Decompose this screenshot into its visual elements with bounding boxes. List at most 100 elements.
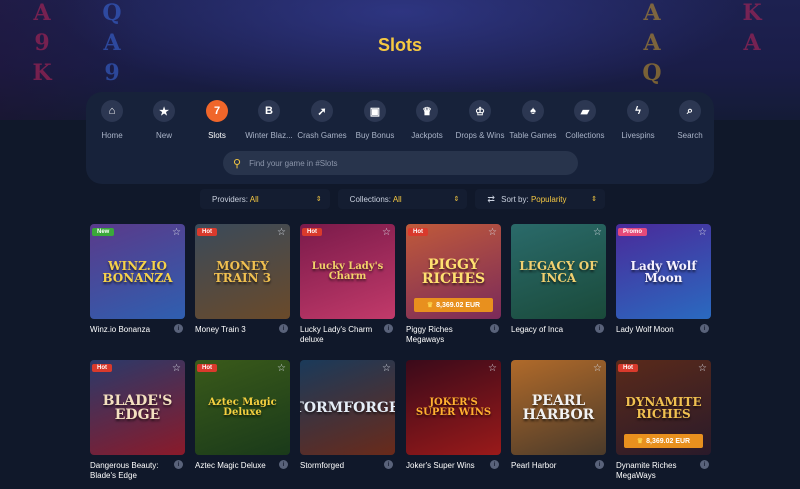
favorite-star-icon[interactable]: ☆	[172, 363, 181, 374]
collections-filter-text: Collections: All	[350, 195, 402, 204]
game-card[interactable]: MONEY TRAIN 3 Hot ☆ Money Train 3i	[195, 224, 290, 335]
game-card[interactable]: Aztec Magic Deluxe Hot ☆ Aztec Magic Deluxe…	[195, 360, 290, 471]
nav-item[interactable]: ⌕ Search	[657, 100, 723, 140]
game-artwork-title: MONEY TRAIN 3	[213, 258, 272, 285]
sort-value: Popularity	[530, 194, 567, 204]
game-artwork-title: BLADE'S EDGE	[102, 392, 173, 423]
game-name[interactable]: Piggy Riches Megaways	[406, 325, 488, 346]
favorite-star-icon[interactable]: ☆	[593, 363, 602, 374]
favorite-star-icon[interactable]: ☆	[382, 227, 391, 238]
info-icon[interactable]: i	[490, 324, 499, 333]
game-badge: Hot	[197, 364, 217, 372]
info-icon[interactable]: i	[384, 324, 393, 333]
rocket-icon: ➚	[311, 100, 333, 122]
game-name[interactable]: Winz.io Bonanza	[90, 325, 172, 335]
info-icon[interactable]: i	[700, 460, 709, 469]
game-name[interactable]: Aztec Magic Deluxe	[195, 461, 277, 471]
game-card[interactable]: BLADE'S EDGE Hot ☆ Dangerous Beauty: Blade'…	[90, 360, 185, 482]
game-thumbnail[interactable]: JOKER'S SUPER WINS ☆	[406, 360, 501, 455]
favorite-star-icon[interactable]: ☆	[277, 227, 286, 238]
game-card[interactable]: JOKER'S SUPER WINS ☆ Joker's Super Wins i	[406, 360, 501, 471]
game-thumbnail[interactable]: Lady Wolf Moon Promo ☆	[616, 224, 711, 319]
game-thumbnail[interactable]: MONEY TRAIN 3 Hot ☆	[195, 224, 290, 319]
providers-filter[interactable]: Providers: All ⇕	[200, 189, 330, 209]
game-card[interactable]: Lady Wolf Moon Promo ☆ Lady Wolf Moon i	[616, 224, 711, 335]
game-card[interactable]: PEARL HARBOR ☆ Pearl Harbor i	[511, 360, 606, 471]
info-icon[interactable]: i	[174, 460, 183, 469]
favorite-star-icon[interactable]: ☆	[698, 363, 707, 374]
game-card[interactable]: WINZ.IO BONANZA New ☆ Winz.io Bonanza i	[90, 224, 185, 335]
game-name[interactable]: Lady Wolf Moon	[616, 325, 698, 335]
chevron-updown-icon: ⇕	[315, 196, 322, 203]
game-thumbnail[interactable]: DYNAMITE RICHES Hot ☆ ♛ 8,369.02 EUR	[616, 360, 711, 455]
info-icon[interactable]: i	[595, 460, 604, 469]
game-thumbnail[interactable]: PEARL HARBOR ☆	[511, 360, 606, 455]
info-icon[interactable]: i	[279, 460, 288, 469]
game-badge: Hot	[618, 364, 638, 372]
search-icon: ⌕	[679, 100, 701, 122]
game-search[interactable]: ⚲	[223, 151, 578, 175]
jackpot-value: 8,369.02 EUR	[436, 301, 481, 309]
collections-value: All	[392, 194, 402, 204]
game-artwork-title: LEGACY OF INCA	[519, 258, 598, 285]
info-icon[interactable]: i	[384, 460, 393, 469]
crown-icon: ♔	[469, 100, 491, 122]
game-thumbnail[interactable]: BLADE'S EDGE Hot ☆	[90, 360, 185, 455]
home-icon: ⌂	[101, 100, 123, 122]
game-name[interactable]: Money Train 3	[195, 325, 277, 335]
game-thumbnail[interactable]: Aztec Magic Deluxe Hot ☆	[195, 360, 290, 455]
reel-symbol: A	[33, 0, 51, 26]
info-icon[interactable]: i	[700, 324, 709, 333]
reel-symbol: Q	[642, 60, 662, 86]
jackpot-amount: ♛ 8,369.02 EUR	[414, 298, 493, 312]
favorite-star-icon[interactable]: ☆	[277, 363, 286, 374]
game-thumbnail[interactable]: STORMFORGED ☆	[300, 360, 395, 455]
game-name[interactable]: Lucky Lady's Charm deluxe	[300, 325, 382, 346]
game-name[interactable]: Stormforged	[300, 461, 382, 471]
collections-filter[interactable]: Collections: All ⇕	[337, 189, 468, 209]
game-name[interactable]: Dangerous Beauty: Blade's Edge	[90, 461, 172, 482]
info-icon[interactable]: i	[490, 460, 499, 469]
sort-filter-text: ⇄ Sort by: Popularity	[487, 194, 566, 205]
game-badge: Hot	[302, 228, 322, 236]
game-card[interactable]: Lucky Lady's Charm Hot ☆ Lucky Lady's Charm…	[300, 224, 395, 346]
sort-icon: ⇄	[487, 193, 495, 204]
game-name[interactable]: Dynamite Riches MegaWays	[616, 461, 698, 482]
favorite-star-icon[interactable]: ☆	[172, 227, 181, 238]
trophy-icon: ♛	[426, 302, 434, 309]
folder-icon: ▰	[574, 100, 596, 122]
favorite-star-icon[interactable]: ☆	[593, 227, 602, 238]
game-artwork-title: Aztec Magic Deluxe	[208, 396, 277, 418]
game-artwork-title: JOKER'S SUPER WINS	[415, 396, 492, 418]
game-artwork-title: WINZ.IO BONANZA	[102, 258, 173, 285]
sort-filter[interactable]: ⇄ Sort by: Popularity ⇕	[475, 189, 606, 209]
info-icon[interactable]: i	[174, 324, 183, 333]
favorite-star-icon[interactable]: ☆	[488, 227, 497, 238]
game-thumbnail[interactable]: LEGACY OF INCA ☆	[511, 224, 606, 319]
jackpot-value: 8,369.02 EUR	[646, 437, 691, 445]
chevron-updown-icon: ⇕	[453, 196, 460, 203]
favorite-star-icon[interactable]: ☆	[488, 363, 497, 374]
info-icon[interactable]: i	[279, 324, 288, 333]
sort-label: Sort by:	[501, 194, 529, 204]
game-thumbnail[interactable]: Lucky Lady's Charm Hot ☆	[300, 224, 395, 319]
search-input[interactable]	[249, 158, 550, 168]
game-card[interactable]: DYNAMITE RICHES Hot ☆ ♛ 8,369.02 EUR Dynamite…	[616, 360, 711, 482]
favorite-star-icon[interactable]: ☆	[382, 363, 391, 374]
favorite-star-icon[interactable]: ☆	[698, 227, 707, 238]
game-thumbnail[interactable]: WINZ.IO BONANZA New ☆	[90, 224, 185, 319]
game-card[interactable]: STORMFORGED ☆ Stormforgedi	[300, 360, 395, 471]
chevron-updown-icon: ⇕	[591, 196, 598, 203]
info-icon[interactable]: i	[595, 324, 604, 333]
trophy-icon: ♛	[416, 100, 438, 122]
reel-symbol: A	[643, 0, 661, 26]
game-name[interactable]: Joker's Super Wins	[406, 461, 488, 471]
game-card[interactable]: LEGACY OF INCA ☆ Legacy of Inca i	[511, 224, 606, 335]
game-name[interactable]: Pearl Harbor	[511, 461, 593, 471]
game-card[interactable]: PIGGY RICHES Hot ☆ ♛ 8,369.02 EUR Piggy Riche…	[406, 224, 501, 346]
game-name[interactable]: Legacy of Inca	[511, 325, 593, 335]
search-icon: ⚲	[233, 157, 242, 170]
reel-left: A 9 K	[30, 0, 54, 118]
game-thumbnail[interactable]: PIGGY RICHES Hot ☆ ♛ 8,369.02 EUR	[406, 224, 501, 319]
trophy-icon: ♛	[636, 438, 644, 445]
